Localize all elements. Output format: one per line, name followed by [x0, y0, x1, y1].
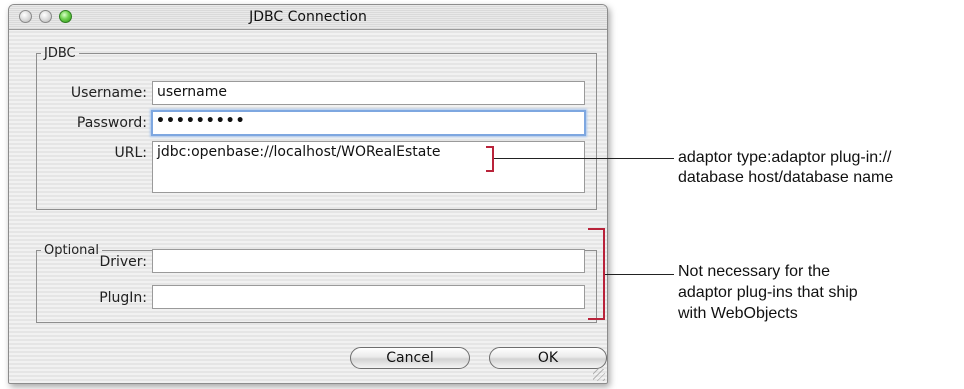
plugin-field[interactable] [152, 285, 585, 309]
jdbc-connection-window: JDBC Connection JDBC Username: username … [8, 4, 608, 384]
password-field[interactable]: ••••••••• [151, 110, 586, 136]
username-field[interactable]: username [152, 81, 585, 105]
url-label: URL: [114, 145, 148, 161]
ok-button[interactable]: OK [489, 347, 607, 369]
driver-label: Driver: [99, 254, 147, 270]
url-callout-bracket-top [486, 146, 494, 148]
resize-grip[interactable] [593, 369, 605, 381]
url-callout-leader-line [494, 158, 674, 159]
optional-annotation-line1: Not necessary for the [678, 263, 831, 280]
username-label: Username: [70, 85, 147, 101]
title-bar: JDBC Connection [9, 5, 607, 30]
url-annotation-line1: adaptor type:adaptor plug-in:// [678, 149, 892, 166]
optional-annotation-line3: with WebObjects [678, 305, 798, 322]
url-callout-bracket [492, 146, 494, 172]
jdbc-group-legend: JDBC [44, 46, 76, 61]
url-field[interactable]: jdbc:openbase://localhost/WORealEstate [152, 141, 585, 193]
url-callout-bracket-bottom [486, 170, 494, 172]
url-annotation-line2: database host/database name [678, 169, 894, 186]
password-label: Password: [76, 115, 147, 131]
window-title: JDBC Connection [249, 9, 367, 25]
optional-callout-bracket-bottom [588, 318, 605, 320]
optional-callout-bracket-top [588, 228, 605, 230]
optional-callout-leader-line [605, 274, 674, 275]
optional-annotation-line2: adaptor plug-ins that ship [678, 284, 858, 301]
cancel-button[interactable]: Cancel [350, 347, 470, 369]
driver-field[interactable] [152, 249, 585, 273]
plugin-label: PlugIn: [99, 290, 147, 306]
